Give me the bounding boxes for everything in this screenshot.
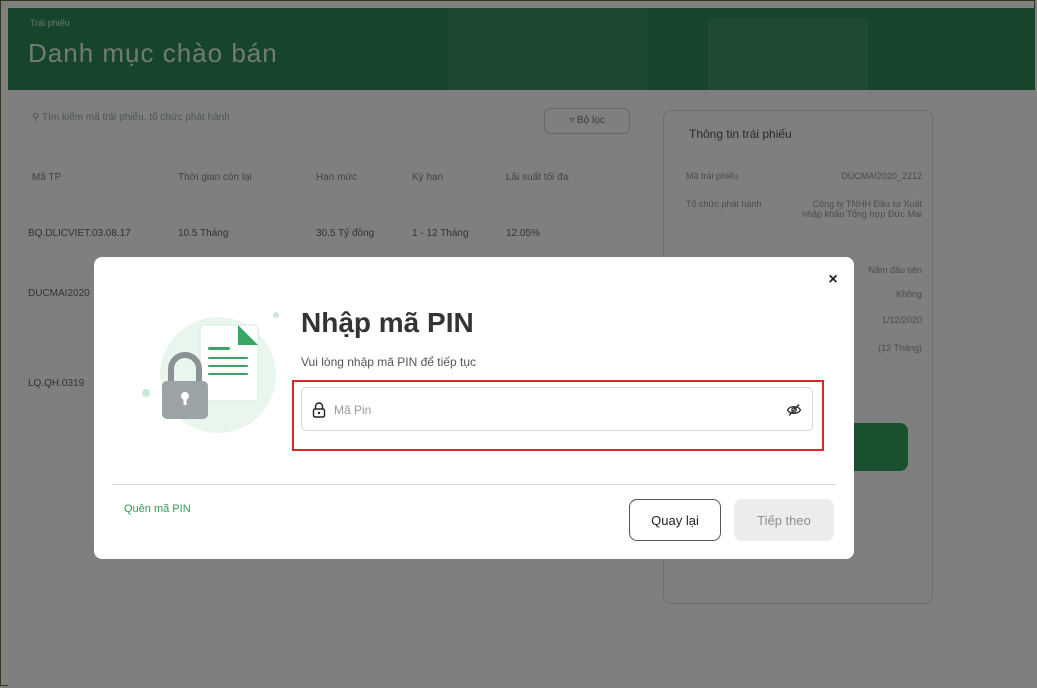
modal-divider: [112, 484, 836, 485]
forgot-pin-link[interactable]: Quên mã PIN: [124, 503, 191, 515]
close-button[interactable]: ×: [822, 269, 844, 291]
lock-icon: [312, 402, 326, 418]
document-lock-illustration: [142, 312, 279, 433]
modal-title: Nhập mã PIN: [301, 307, 474, 338]
modal-subtitle: Vui lòng nhập mã PIN để tiếp tục: [301, 355, 476, 369]
next-button[interactable]: Tiếp theo: [734, 499, 834, 541]
pin-modal: × Nhập mã PIN Vui lòng nhập mã PIN để ti…: [94, 257, 854, 559]
pin-field[interactable]: [301, 387, 813, 432]
pin-input[interactable]: [332, 388, 776, 432]
back-button[interactable]: Quay lại: [629, 499, 721, 541]
eye-off-icon[interactable]: [786, 402, 802, 418]
